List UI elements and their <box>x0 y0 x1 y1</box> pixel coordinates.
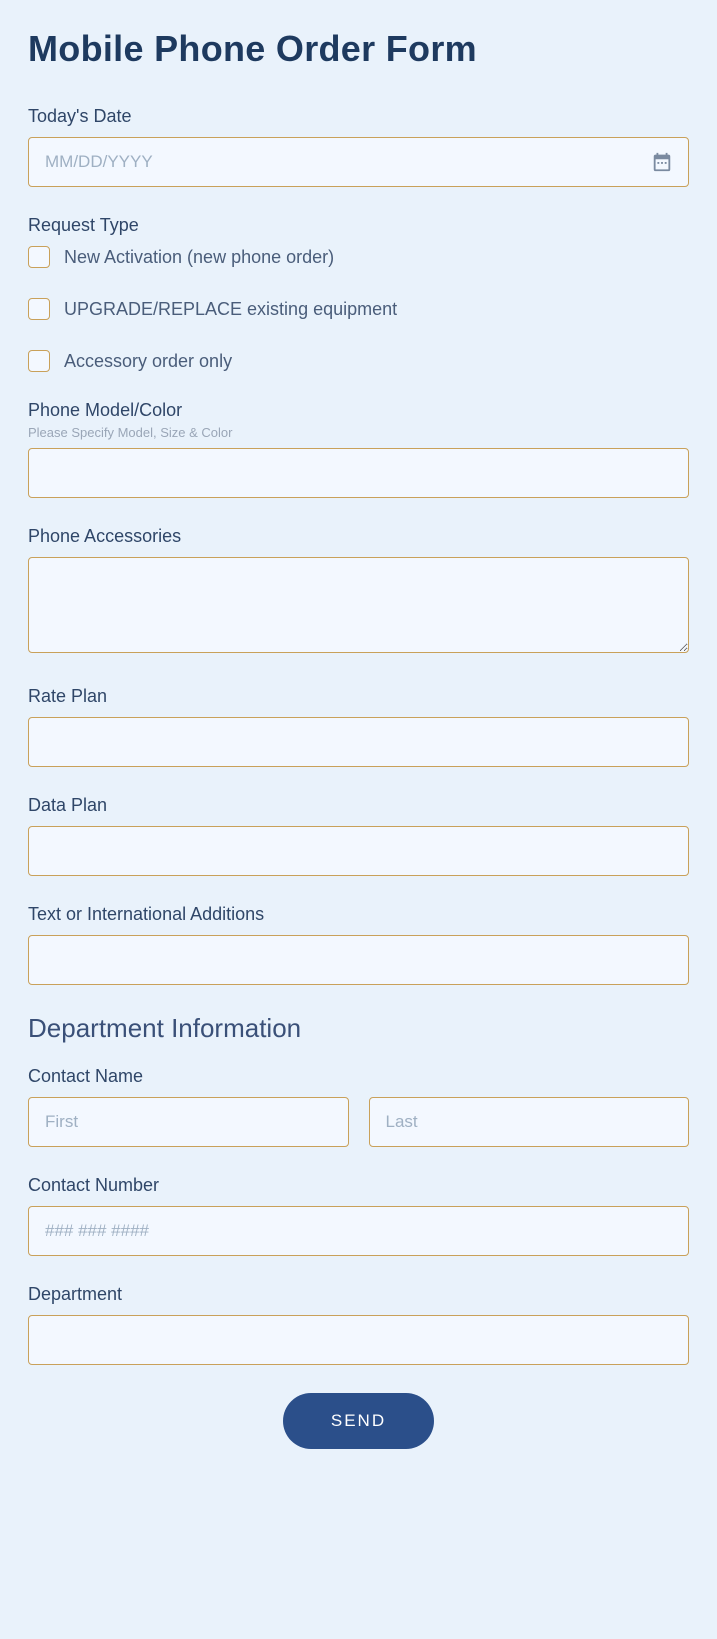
checkbox-accessory-only[interactable] <box>28 350 50 372</box>
contact-name-row <box>28 1097 689 1147</box>
request-type-option: UPGRADE/REPLACE existing equipment <box>28 298 689 320</box>
accessories-field: Phone Accessories <box>28 526 689 658</box>
intl-field: Text or International Additions <box>28 904 689 985</box>
checkbox-new-activation[interactable] <box>28 246 50 268</box>
phone-model-label: Phone Model/Color <box>28 400 689 421</box>
accessories-input[interactable] <box>28 557 689 653</box>
request-type-label: Request Type <box>28 215 689 236</box>
contact-number-label: Contact Number <box>28 1175 689 1196</box>
contact-name-field: Contact Name <box>28 1066 689 1147</box>
contact-number-field: Contact Number <box>28 1175 689 1256</box>
date-input[interactable] <box>28 137 689 187</box>
request-type-option: Accessory order only <box>28 350 689 372</box>
contact-name-label: Contact Name <box>28 1066 689 1087</box>
date-input-wrapper <box>28 137 689 187</box>
department-label: Department <box>28 1284 689 1305</box>
data-plan-label: Data Plan <box>28 795 689 816</box>
intl-label: Text or International Additions <box>28 904 689 925</box>
department-section-title: Department Information <box>28 1013 689 1044</box>
last-name-input[interactable] <box>369 1097 690 1147</box>
data-plan-input[interactable] <box>28 826 689 876</box>
request-type-option: New Activation (new phone order) <box>28 246 689 268</box>
rate-plan-input[interactable] <box>28 717 689 767</box>
request-type-options: New Activation (new phone order) UPGRADE… <box>28 246 689 372</box>
department-field: Department <box>28 1284 689 1365</box>
submit-row: SEND <box>28 1393 689 1449</box>
checkbox-label: Accessory order only <box>64 351 232 372</box>
phone-model-input[interactable] <box>28 448 689 498</box>
data-plan-field: Data Plan <box>28 795 689 876</box>
contact-number-input[interactable] <box>28 1206 689 1256</box>
phone-model-field: Phone Model/Color Please Specify Model, … <box>28 400 689 498</box>
accessories-label: Phone Accessories <box>28 526 689 547</box>
date-label: Today's Date <box>28 106 689 127</box>
rate-plan-label: Rate Plan <box>28 686 689 707</box>
department-input[interactable] <box>28 1315 689 1365</box>
date-field: Today's Date <box>28 106 689 187</box>
intl-input[interactable] <box>28 935 689 985</box>
request-type-field: Request Type New Activation (new phone o… <box>28 215 689 372</box>
page-title: Mobile Phone Order Form <box>28 28 689 70</box>
rate-plan-field: Rate Plan <box>28 686 689 767</box>
checkbox-label: New Activation (new phone order) <box>64 247 334 268</box>
calendar-icon[interactable] <box>651 151 673 173</box>
send-button[interactable]: SEND <box>283 1393 434 1449</box>
checkbox-upgrade-replace[interactable] <box>28 298 50 320</box>
checkbox-label: UPGRADE/REPLACE existing equipment <box>64 299 397 320</box>
first-name-input[interactable] <box>28 1097 349 1147</box>
phone-model-sublabel: Please Specify Model, Size & Color <box>28 425 689 440</box>
